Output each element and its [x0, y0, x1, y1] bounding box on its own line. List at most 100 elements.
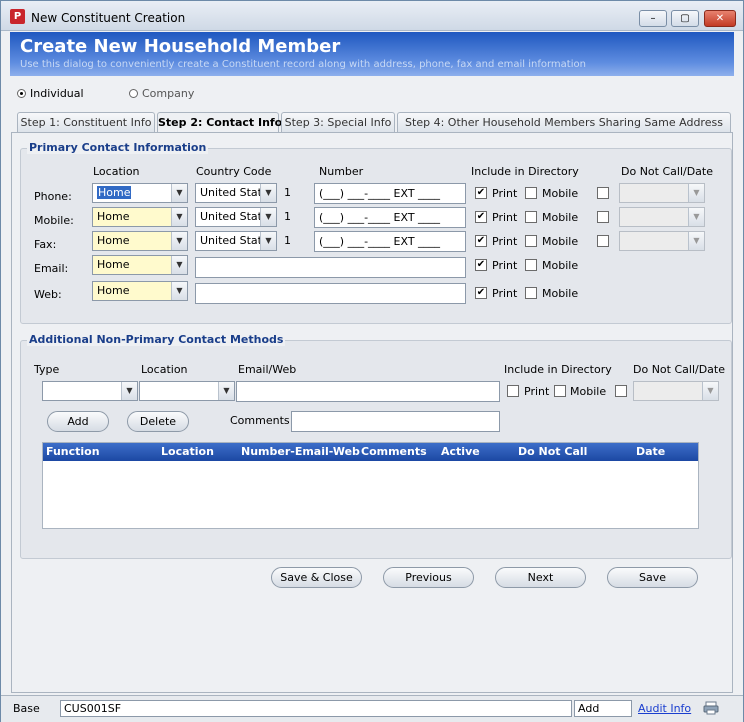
fax-mobile-checkbox[interactable] — [525, 235, 537, 247]
chevron-down-icon[interactable]: ▼ — [171, 256, 187, 274]
fax-print-label: Print — [492, 235, 518, 248]
chevron-down-icon: ▼ — [688, 184, 704, 202]
additional-print-checkbox[interactable] — [507, 385, 519, 397]
phone-mobile-checkbox[interactable] — [525, 187, 537, 199]
chevron-down-icon[interactable]: ▼ — [218, 382, 234, 400]
fax-location-select[interactable]: Home ▼ — [92, 231, 188, 251]
grid-col-function[interactable]: Function — [46, 445, 100, 458]
next-button[interactable]: Next — [495, 567, 586, 588]
individual-radio[interactable]: Individual — [17, 87, 84, 100]
tab-step-2[interactable]: Step 2: Contact Info — [157, 112, 282, 133]
contact-methods-grid[interactable]: Function Location Number-Email-Web Comme… — [42, 442, 699, 529]
audit-info-link[interactable]: Audit Info — [638, 702, 691, 715]
chevron-down-icon[interactable]: ▼ — [260, 208, 276, 226]
close-button[interactable]: ✕ — [704, 10, 736, 27]
save-button[interactable]: Save — [607, 567, 698, 588]
phone-number-field[interactable]: (___) ___-____ EXT ____ — [314, 183, 466, 204]
grid-col-comments[interactable]: Comments — [361, 445, 427, 458]
email-location-select[interactable]: Home ▼ — [92, 255, 188, 275]
phone-print-label: Print — [492, 187, 518, 200]
chevron-down-icon[interactable]: ▼ — [260, 232, 276, 250]
fax-dnc-checkbox[interactable] — [597, 235, 609, 247]
mobile-print-checkbox[interactable]: ✔ — [475, 211, 487, 223]
header-title: Create New Household Member — [20, 36, 341, 57]
phone-dnc-date-select[interactable]: ▼ — [619, 183, 705, 203]
dialog-window: P New Constituent Creation – ▢ ✕ Create … — [0, 0, 744, 722]
fax-print-checkbox[interactable]: ✔ — [475, 235, 487, 247]
additional-dnc-checkbox[interactable] — [615, 385, 627, 397]
additional-dnc-date-select[interactable]: ▼ — [633, 381, 719, 401]
chevron-down-icon[interactable]: ▼ — [260, 184, 276, 202]
web-print-checkbox[interactable]: ✔ — [475, 287, 487, 299]
additional-mobile-checkbox[interactable] — [554, 385, 566, 397]
web-mobile-label: Mobile — [542, 287, 579, 300]
grid-col-location[interactable]: Location — [161, 445, 214, 458]
add-col-email-header: Email/Web — [238, 363, 297, 376]
phone-mobile-label: Mobile — [542, 187, 579, 200]
phone-country-select[interactable]: United Stat ▼ — [195, 183, 277, 203]
mobile-mobile-label: Mobile — [542, 211, 579, 224]
radio-selected-icon — [17, 89, 26, 98]
delete-button[interactable]: Delete — [127, 411, 189, 432]
fax-country-select[interactable]: United Stat ▼ — [195, 231, 277, 251]
mobile-dnc-checkbox[interactable] — [597, 211, 609, 223]
email-label: Email: — [34, 262, 69, 275]
web-field[interactable] — [195, 283, 466, 304]
additional-type-select[interactable]: ▼ — [42, 381, 138, 401]
chevron-down-icon: ▼ — [702, 382, 718, 400]
tab-step-1[interactable]: Step 1: Constituent Info — [17, 112, 155, 132]
mobile-mobile-checkbox[interactable] — [525, 211, 537, 223]
phone-dnc-checkbox[interactable] — [597, 187, 609, 199]
phone-print-checkbox[interactable]: ✔ — [475, 187, 487, 199]
grid-col-do-not-call[interactable]: Do Not Call — [518, 445, 587, 458]
chevron-down-icon[interactable]: ▼ — [121, 382, 137, 400]
save-close-button[interactable]: Save & Close — [271, 567, 362, 588]
fax-dnc-date-select[interactable]: ▼ — [619, 231, 705, 251]
additional-contact-title: Additional Non-Primary Contact Methods — [27, 333, 286, 346]
web-location-select[interactable]: Home ▼ — [92, 281, 188, 301]
additional-mobile-label: Mobile — [570, 385, 607, 398]
tab-step-4[interactable]: Step 4: Other Household Members Sharing … — [397, 112, 731, 132]
contact-info-panel: Primary Contact Information Location Cou… — [11, 132, 733, 693]
previous-button[interactable]: Previous — [383, 567, 474, 588]
web-print-label: Print — [492, 287, 518, 300]
primary-contact-title: Primary Contact Information — [27, 141, 209, 154]
chevron-down-icon[interactable]: ▼ — [171, 208, 187, 226]
phone-location-select[interactable]: Home ▼ — [92, 183, 188, 203]
mobile-print-label: Print — [492, 211, 518, 224]
chevron-down-icon[interactable]: ▼ — [171, 232, 187, 250]
printer-icon[interactable] — [703, 701, 719, 715]
maximize-button[interactable]: ▢ — [671, 10, 699, 27]
chevron-down-icon[interactable]: ▼ — [171, 184, 187, 202]
add-button[interactable]: Add — [47, 411, 109, 432]
mobile-location-select[interactable]: Home ▼ — [92, 207, 188, 227]
additional-location-select[interactable]: ▼ — [139, 381, 235, 401]
grid-col-active[interactable]: Active — [441, 445, 480, 458]
chevron-down-icon: ▼ — [688, 232, 704, 250]
grid-col-number-email-web[interactable]: Number-Email-Web — [241, 445, 360, 458]
additional-email-field[interactable] — [236, 381, 500, 402]
mobile-country-code: 1 — [284, 210, 291, 223]
email-print-checkbox[interactable]: ✔ — [475, 259, 487, 271]
radio-unselected-icon — [129, 89, 138, 98]
fax-number-field[interactable]: (___) ___-____ EXT ____ — [314, 231, 466, 252]
grid-col-date[interactable]: Date — [636, 445, 665, 458]
web-mobile-checkbox[interactable] — [525, 287, 537, 299]
email-field[interactable] — [195, 257, 466, 278]
email-mobile-label: Mobile — [542, 259, 579, 272]
tab-step-3[interactable]: Step 3: Special Info — [281, 112, 395, 132]
chevron-down-icon[interactable]: ▼ — [171, 282, 187, 300]
email-mobile-checkbox[interactable] — [525, 259, 537, 271]
mobile-country-select[interactable]: United Stat ▼ — [195, 207, 277, 227]
header-subtitle: Use this dialog to conveniently create a… — [20, 59, 586, 70]
fax-label: Fax: — [34, 238, 57, 251]
add-col-location-header: Location — [141, 363, 188, 376]
mobile-number-field[interactable]: (___) ___-____ EXT ____ — [314, 207, 466, 228]
company-radio[interactable]: Company — [129, 87, 194, 100]
fax-mobile-label: Mobile — [542, 235, 579, 248]
col-location-header: Location — [93, 165, 140, 178]
mobile-dnc-date-select[interactable]: ▼ — [619, 207, 705, 227]
col-number-header: Number — [319, 165, 364, 178]
minimize-button[interactable]: – — [639, 10, 667, 27]
comments-field[interactable] — [291, 411, 500, 432]
